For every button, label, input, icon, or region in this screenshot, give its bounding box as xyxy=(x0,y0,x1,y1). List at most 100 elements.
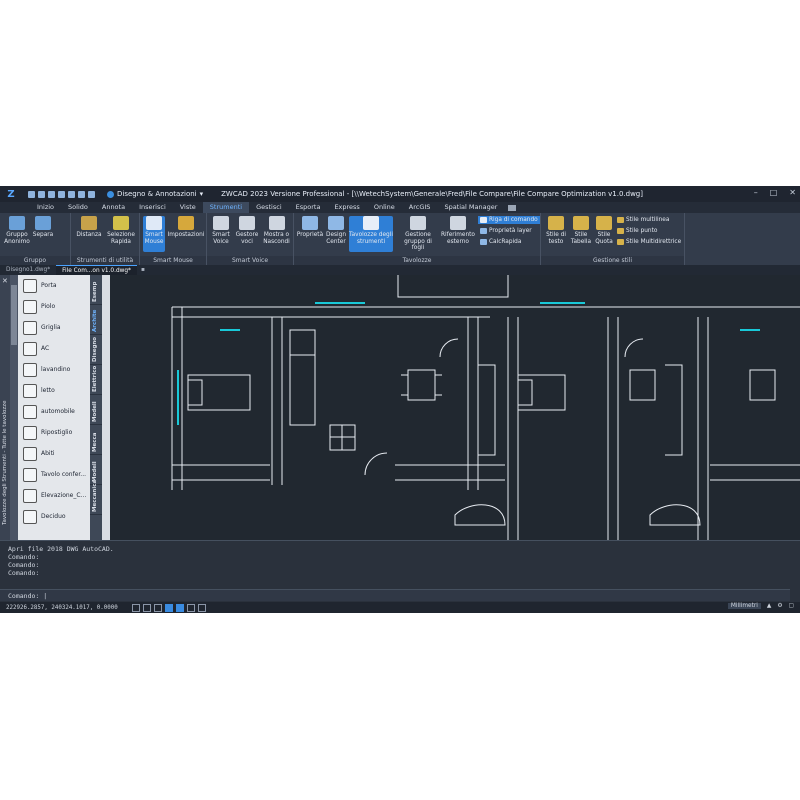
palette-tab-elettrico[interactable]: Elettrico xyxy=(90,365,102,395)
palette-close-icon[interactable]: ✕ xyxy=(2,277,8,285)
tab-viste[interactable]: Viste xyxy=(173,202,203,213)
palette-scroll-thumb[interactable] xyxy=(11,285,17,345)
palette-item-letto[interactable]: letto xyxy=(18,380,90,401)
stile-testo-button[interactable]: Stile di testo xyxy=(543,216,569,245)
tab-online[interactable]: Online xyxy=(367,202,402,213)
palette-item-ac[interactable]: AC xyxy=(18,338,90,359)
tab-esporta[interactable]: Esporta xyxy=(289,202,328,213)
palette-tab-meccanica-1[interactable]: Mecca xyxy=(90,425,102,455)
app-logo-icon[interactable]: Z xyxy=(0,186,22,202)
smart-voice-button[interactable]: Smart Voice xyxy=(209,216,233,245)
command-input[interactable]: Comando: | xyxy=(0,589,790,601)
tavolozze-strumenti-button[interactable]: Tavolozze degli strumenti xyxy=(349,216,393,252)
palette-item-deciduo[interactable]: Deciduo xyxy=(18,506,90,527)
workspace-switch-icon[interactable]: ⚙ xyxy=(777,603,782,609)
otrack-toggle-icon[interactable] xyxy=(187,603,195,612)
calcrapida-button[interactable]: CalcRapida xyxy=(480,239,521,245)
ribbon-toggle-icon[interactable] xyxy=(508,204,517,211)
selezione-rapida-button[interactable]: Selezione Rapida xyxy=(105,216,137,245)
palette-tab-disegno[interactable]: Disegno xyxy=(90,335,102,365)
riga-comando-button[interactable]: Riga di comando xyxy=(478,216,540,224)
polar-toggle-icon[interactable] xyxy=(165,603,173,612)
tab-gestisci[interactable]: Gestisci xyxy=(249,202,289,213)
grid-toggle-icon[interactable] xyxy=(132,603,140,612)
tab-annota[interactable]: Annota xyxy=(95,202,132,213)
tool-palette: ✕ Tavolozze degli Strumenti - Tutte le t… xyxy=(0,275,110,540)
panel-gruppo: Gruppo Anonimo Separa Gruppo xyxy=(0,213,71,265)
palette-item-automobile[interactable]: automobile xyxy=(18,401,90,422)
new-file-icon[interactable] xyxy=(28,190,35,198)
tab-express[interactable]: Express xyxy=(327,202,366,213)
stile-multidirettrice-button[interactable]: Stile Multidirettrice xyxy=(617,239,681,245)
design-center-button[interactable]: Design Center xyxy=(325,216,347,245)
palette-scrollbar[interactable] xyxy=(10,275,18,540)
air-conditioner-icon xyxy=(23,341,37,356)
text-style-icon xyxy=(548,216,564,230)
distanza-button[interactable]: Distanza xyxy=(74,216,104,239)
print-icon[interactable] xyxy=(68,190,75,198)
impostazioni-button[interactable]: Impostazioni xyxy=(167,216,205,239)
osnap-toggle-icon[interactable] xyxy=(176,603,184,612)
close-button[interactable]: ✕ xyxy=(789,188,796,197)
snap-toggle-icon[interactable] xyxy=(143,603,151,612)
lineweight-toggle-icon[interactable] xyxy=(198,603,206,612)
doc-tab-file-compare[interactable]: File Com...on v1.0.dwg* xyxy=(56,264,137,276)
ortho-toggle-icon[interactable] xyxy=(154,603,162,612)
microphone-icon xyxy=(213,216,229,230)
maximize-button[interactable]: □ xyxy=(770,188,778,197)
annotation-scale-icon[interactable]: ▲ xyxy=(767,603,771,609)
proprieta-layer-button[interactable]: Proprietà layer xyxy=(480,228,532,234)
stile-multilinea-button[interactable]: Stile multilinea xyxy=(617,217,669,223)
tab-spatial-manager[interactable]: Spatial Manager xyxy=(437,202,504,213)
riferimento-esterno-button[interactable]: Riferimento esterno xyxy=(440,216,476,245)
units-selector[interactable]: Millimetri xyxy=(727,603,761,609)
doc-tab-disegno1[interactable]: Disegno1.dwg* xyxy=(0,265,56,275)
stile-quota-button[interactable]: Stile Quota xyxy=(593,216,615,245)
palette-item-tavolo-conferenza[interactable]: Tavolo confer... xyxy=(18,464,90,485)
palette-titlebar: ✕ Tavolozze degli Strumenti - Tutte le t… xyxy=(0,275,10,540)
title-bar: Z Disegno & Annotazioni ▾ ZWCAD 2023 Ver… xyxy=(0,186,800,202)
mostra-nascondi-button[interactable]: Mostra o Nascondi xyxy=(261,216,292,245)
proprieta-button[interactable]: Proprietà xyxy=(296,216,324,239)
workspace-gear-icon xyxy=(107,190,114,198)
gruppo-anonimo-button[interactable]: Gruppo Anonimo xyxy=(3,216,31,245)
undo-icon[interactable] xyxy=(78,190,85,198)
palette-item-griglia[interactable]: Griglia xyxy=(18,317,90,338)
workspace-selector[interactable]: Disegno & Annotazioni ▾ xyxy=(107,190,203,198)
panel-label-gestione-stili: Gestione stili xyxy=(541,256,684,265)
tab-strumenti[interactable]: Strumenti xyxy=(202,201,250,214)
drawing-canvas[interactable] xyxy=(110,275,800,540)
fullscreen-icon[interactable]: ▢ xyxy=(789,603,794,609)
palette-tab-meccanica-2[interactable]: Meccanica xyxy=(90,480,102,515)
stile-punto-button[interactable]: Stile punto xyxy=(617,228,657,234)
separa-button[interactable]: Separa xyxy=(32,216,54,239)
palette-item-piolo[interactable]: Piolo xyxy=(18,296,90,317)
save-as-icon[interactable] xyxy=(58,190,65,198)
redo-icon[interactable] xyxy=(88,190,95,198)
status-right: Millimetri ▲ ⚙ ▢ xyxy=(727,603,794,609)
panel-tavolozze: Proprietà Design Center Tavolozze degli … xyxy=(294,213,541,265)
tab-inserisci[interactable]: Inserisci xyxy=(132,202,173,213)
stile-tabella-button[interactable]: Stile Tabella xyxy=(570,216,592,245)
minimize-button[interactable]: – xyxy=(754,188,758,197)
gestore-voci-button[interactable]: Gestore voci xyxy=(234,216,260,245)
table-style-icon xyxy=(573,216,589,230)
palette-tab-esempi[interactable]: Esemp xyxy=(90,275,102,305)
save-icon[interactable] xyxy=(48,190,55,198)
smart-mouse-button[interactable]: Smart Mouse xyxy=(143,216,165,252)
gestione-gruppo-fogli-button[interactable]: Gestione gruppo di fogli xyxy=(397,216,439,252)
tab-solido[interactable]: Solido xyxy=(61,202,95,213)
tab-arcgis[interactable]: ArcGIS xyxy=(402,202,438,213)
palette-tab-modelli-1[interactable]: Modell xyxy=(90,395,102,425)
palette-item-lavandino[interactable]: lavandino xyxy=(18,359,90,380)
new-tab-icon[interactable]: ▪ xyxy=(141,267,145,273)
open-file-icon[interactable] xyxy=(38,190,45,198)
palette-item-porta[interactable]: Porta xyxy=(18,275,90,296)
palette-item-elevazione[interactable]: Elevazione_C... xyxy=(18,485,90,506)
palette-item-abiti[interactable]: Abiti xyxy=(18,443,90,464)
tab-inizio[interactable]: Inizio xyxy=(30,202,61,213)
group-icon xyxy=(9,216,25,230)
palette-item-ripostiglio[interactable]: Ripostiglio xyxy=(18,422,90,443)
palette-tab-architettura[interactable]: Archite xyxy=(90,305,102,335)
palette-tabs: Esemp Archite Disegno Elettrico Modell M… xyxy=(90,275,102,540)
